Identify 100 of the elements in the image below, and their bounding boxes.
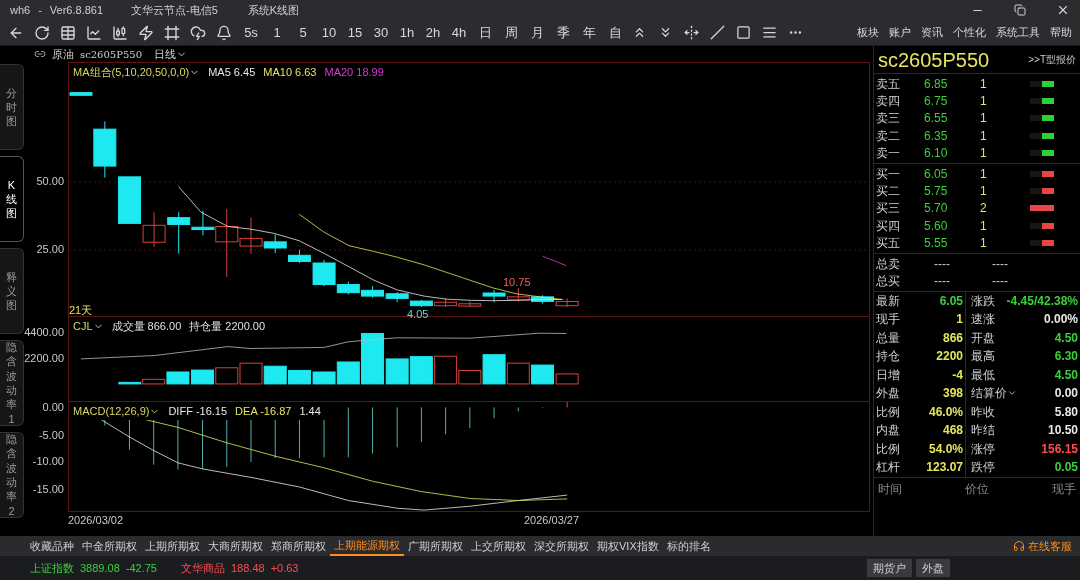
period-button[interactable]: 1h [398,22,416,43]
stat-value: 468 [942,422,963,440]
line-tool-icon[interactable] [710,25,725,40]
horizontal-arrows-icon[interactable] [684,25,699,40]
stat-value: 0.00% [1043,311,1078,329]
menu-item[interactable]: 账户 [889,24,911,41]
table-icon[interactable] [60,24,76,41]
stat-label: 持仓 [876,348,900,366]
exchange-tab[interactable]: 期权VIX指数 [593,536,663,556]
legend-value: 成交量 866.00 [111,319,182,334]
indicator-dropdown[interactable]: MA组合(5,10,20,50,0,0) [73,64,201,81]
t-quote-link[interactable]: >>T型报价 [1028,52,1076,67]
legend-value: MA20 18.99 [324,65,384,80]
stat-label: 现手 [876,311,900,329]
period-dropdown[interactable]: 日线 [154,45,187,63]
menu-item[interactable]: 资讯 [921,24,943,41]
depth-size: 1 [980,145,988,163]
close-icon[interactable] [1056,3,1070,17]
exchange-tab[interactable]: 上交所期权 [467,536,530,556]
support-link[interactable]: 在线客服 [1013,537,1072,555]
period-button[interactable]: 季 [554,22,572,43]
side-tab[interactable]: 释义图 [0,248,24,334]
side-tab[interactable]: 分时图 [0,64,24,150]
menu-item[interactable]: 板块 [857,24,879,41]
menu-item[interactable]: 帮助 [1050,24,1072,41]
date-label: 2026/03/27 [524,513,580,527]
period-button[interactable]: 2h [424,22,442,43]
stat-value: 6.05 [939,292,963,310]
title-separator: - [38,2,42,18]
period-button[interactable]: 年 [580,22,598,43]
period-button[interactable]: 5s [242,22,260,43]
refresh-icon[interactable] [34,24,50,41]
index-name: 上证指数 [30,560,74,576]
depth-price: 5.60 [924,217,949,235]
stat-value: -4.45/42.38% [1006,292,1078,310]
exchange-tab[interactable]: 广期所期权 [404,536,467,556]
axis-label: -10.00 [32,455,64,467]
app-name: wh6 [10,2,31,18]
total-value: ---- [934,273,951,290]
period-button[interactable]: 30 [372,22,390,43]
stat-label: 比例 [876,440,900,458]
index-name: 文华商品 [180,560,225,576]
menu-item[interactable]: 个性化 [953,24,986,41]
stat-value: 4.50 [1054,329,1078,347]
stat-value: 0.00 [1054,385,1078,403]
depth-price: 6.75 [924,93,949,111]
stat-label: 昨结 [971,422,995,440]
period-button[interactable]: 自 [606,22,624,43]
account-button[interactable]: 外盘 [916,559,950,577]
period-button[interactable]: 日 [476,22,494,43]
rectangle-tool-icon[interactable] [736,25,751,40]
depth-size: 1 [980,93,988,111]
symbol-label: sc2605P550 [80,47,142,62]
restore-icon[interactable] [1014,4,1026,16]
lightning-icon[interactable] [138,24,154,41]
side-tab[interactable]: K线图 [0,156,24,242]
headset-icon [1013,540,1025,552]
axis-label: 0.00 [42,401,64,413]
candlestick-icon[interactable] [112,24,128,41]
view-name: 系统K线图 [247,2,300,18]
stat-value: 123.07 [926,459,963,477]
side-tab[interactable]: 隐含波动率1 [0,340,24,426]
legend-value: MA5 6.45 [208,65,256,80]
line-chart-icon[interactable] [86,24,102,41]
axis-label: 25.00 [36,243,64,255]
indicator-dropdown[interactable]: MACD(12,26,9) [73,403,161,420]
period-button[interactable]: 4h [450,22,468,43]
depth-size: 1 [980,110,988,128]
exchange-tab[interactable]: 深交所期权 [530,536,593,556]
index-change: -42.75 [125,560,157,576]
period-button[interactable]: 1 [268,22,286,43]
stat-label: 昨收 [971,403,995,421]
bell-icon[interactable] [216,24,232,41]
exchange-tab[interactable]: 大商所期权 [204,536,267,556]
period-button[interactable]: 月 [528,22,546,43]
stat-value: 54.0% [928,440,963,458]
account-button[interactable]: 期货户 [867,559,912,577]
lines-icon[interactable] [762,25,777,40]
period-button[interactable]: 15 [346,22,364,43]
exchange-tab[interactable]: 标的排名 [662,536,715,556]
period-button[interactable]: 5 [294,22,312,43]
exchange-tab[interactable]: 郑商所期权 [267,536,330,556]
exchange-tab[interactable]: 中金所期权 [78,536,141,556]
menu-item[interactable]: 系统工具 [996,24,1040,41]
exchange-tab[interactable]: 上期所期权 [141,536,204,556]
indicator-dropdown[interactable]: CJL [73,318,104,335]
period-button[interactable]: 周 [502,22,520,43]
depth-label: 买五 [876,235,901,253]
legend-value: MA10 6.63 [263,65,317,80]
exchange-tab[interactable]: 收藏品种 [26,536,78,556]
depth-label: 买一 [876,165,901,183]
stat-label: 速涨 [971,311,995,329]
cloud-lightning-icon[interactable] [190,24,206,41]
depth-label: 买二 [876,183,901,201]
period-button[interactable]: 10 [320,22,338,43]
depth-size: 1 [980,75,988,93]
side-tab[interactable]: 隐含波动率2 [0,432,24,518]
depth-label: 卖五 [876,75,901,93]
axis-label: -5.00 [38,429,64,441]
stat-label: 总量 [876,329,900,347]
